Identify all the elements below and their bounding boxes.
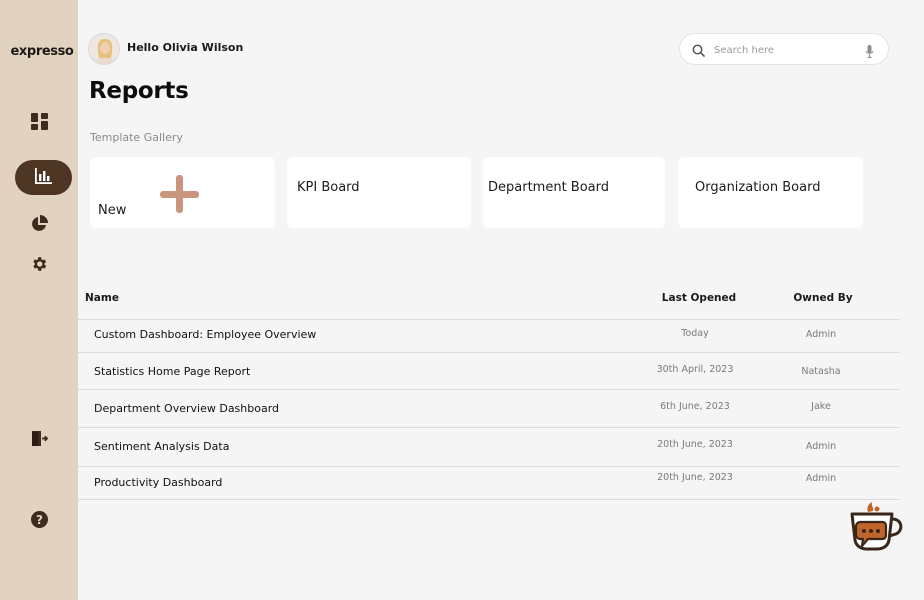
- dashboard-grid-icon: [30, 112, 48, 130]
- owner: Admin: [805, 329, 837, 340]
- search-input[interactable]: [714, 41, 859, 59]
- column-header-owned-by[interactable]: Owned By: [778, 292, 868, 304]
- card-label: Organization Board: [695, 180, 821, 195]
- column-header-name[interactable]: Name: [85, 292, 119, 304]
- gear-icon: [30, 255, 48, 273]
- search-bar[interactable]: [679, 33, 889, 65]
- sidebar-item-dashboard[interactable]: [0, 105, 78, 137]
- report-name: Sentiment Analysis Data: [94, 440, 230, 453]
- last-opened: 20th June, 2023: [657, 472, 733, 483]
- card-label: Department Board: [488, 180, 610, 195]
- bar-chart-icon: [35, 167, 52, 188]
- search-icon: [692, 42, 705, 61]
- card-label: New: [98, 203, 127, 218]
- sidebar-item-reports[interactable]: [15, 160, 72, 195]
- avatar[interactable]: [88, 33, 120, 65]
- sidebar-item-help[interactable]: ?: [0, 503, 78, 535]
- template-gallery-label: Template Gallery: [90, 131, 183, 144]
- microphone-icon[interactable]: [865, 43, 874, 62]
- column-header-last-opened[interactable]: Last Opened: [638, 292, 760, 304]
- last-opened: 20th June, 2023: [657, 439, 733, 450]
- table-row[interactable]: Statistics Home Page Report 30th April, …: [78, 352, 900, 390]
- coffee-chat-icon: [846, 502, 908, 560]
- sidebar-item-logout[interactable]: [0, 422, 78, 454]
- table-row[interactable]: Productivity Dashboard 20th June, 2023 A…: [78, 466, 900, 500]
- last-opened: 6th June, 2023: [660, 401, 730, 412]
- report-name: Custom Dashboard: Employee Overview: [94, 328, 317, 341]
- table-row[interactable]: Sentiment Analysis Data 20th June, 2023 …: [78, 427, 900, 467]
- last-opened: 30th April, 2023: [656, 364, 734, 375]
- template-card-new[interactable]: New: [90, 157, 275, 228]
- report-name: Productivity Dashboard: [94, 476, 223, 489]
- pie-chart-icon: [30, 215, 48, 233]
- template-card-organization-board[interactable]: Organization Board: [678, 157, 863, 228]
- report-name: Department Overview Dashboard: [94, 402, 280, 415]
- owner: Admin: [805, 473, 837, 484]
- last-opened: Today: [681, 328, 709, 339]
- template-card-department-board[interactable]: Department Board: [483, 157, 665, 228]
- table-row[interactable]: Department Overview Dashboard 6th June, …: [78, 389, 900, 428]
- sidebar-item-settings[interactable]: [0, 248, 78, 280]
- user-greeting: Hello Olivia Wilson: [127, 41, 244, 54]
- svg-text:?: ?: [36, 513, 43, 527]
- page-title: Reports: [89, 78, 189, 104]
- card-label: KPI Board: [297, 180, 360, 195]
- owner: Natasha: [801, 366, 841, 377]
- app-logo[interactable]: expresso: [0, 44, 84, 59]
- owner: Jake: [811, 401, 831, 412]
- help-icon: ?: [30, 510, 48, 528]
- sidebar-item-analytics[interactable]: [0, 208, 78, 240]
- owner: Admin: [805, 441, 837, 452]
- chat-assistant-button[interactable]: [846, 500, 908, 556]
- report-name: Statistics Home Page Report: [94, 365, 251, 378]
- template-card-kpi-board[interactable]: KPI Board: [287, 157, 471, 228]
- sidebar: expresso ?: [0, 0, 78, 600]
- table-row[interactable]: Custom Dashboard: Employee Overview Toda…: [78, 319, 900, 353]
- logout-icon: [31, 430, 48, 447]
